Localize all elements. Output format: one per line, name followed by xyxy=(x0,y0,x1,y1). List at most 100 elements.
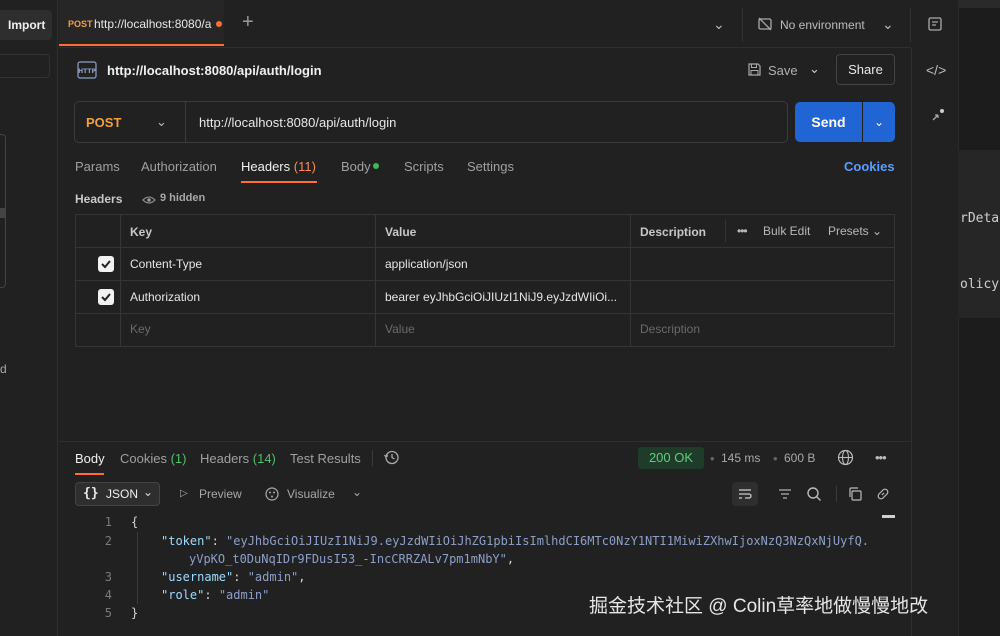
divider xyxy=(910,8,911,42)
divider xyxy=(185,102,186,142)
presets-label: Presets xyxy=(828,224,869,238)
environment-quick-look-icon[interactable] xyxy=(927,16,943,32)
response-size[interactable]: 600 B xyxy=(784,451,815,465)
response-tab-cookies[interactable]: Cookies (1) xyxy=(120,451,186,466)
import-button[interactable]: Import xyxy=(0,10,52,40)
tab-body[interactable]: Body xyxy=(341,159,371,174)
header-enabled-checkbox[interactable] xyxy=(98,289,114,305)
response-time[interactable]: 145 ms xyxy=(721,451,760,465)
indent-guide xyxy=(137,532,138,604)
save-icon[interactable] xyxy=(747,62,762,77)
json-string: "admin" xyxy=(247,570,299,584)
separator-dot: • xyxy=(773,451,778,466)
code-line: { xyxy=(131,515,139,529)
new-tab-button[interactable]: + xyxy=(242,12,254,32)
http-request-icon: HTTP xyxy=(77,61,97,79)
line-number: 3 xyxy=(104,570,112,584)
visualize-button[interactable]: Visualize xyxy=(287,487,335,501)
globe-icon[interactable] xyxy=(837,449,854,466)
play-icon[interactable]: ▷ xyxy=(180,488,188,499)
response-divider[interactable] xyxy=(59,441,911,442)
scrollbar[interactable] xyxy=(882,515,895,518)
column-header-key: Key xyxy=(130,225,153,239)
tab-authorization[interactable]: Authorization xyxy=(141,159,217,174)
more-options-icon[interactable]: ••• xyxy=(737,224,748,238)
json-key: "username" xyxy=(161,570,234,584)
preview-button[interactable]: Preview xyxy=(199,487,242,501)
code-line: "username": "admin", xyxy=(161,570,306,584)
response-tab-headers-label: Headers xyxy=(200,451,250,466)
response-tab-headers-count: (14) xyxy=(252,451,276,466)
format-label: JSON xyxy=(106,487,139,501)
right-sidebar xyxy=(911,48,958,636)
method-select[interactable]: POST xyxy=(86,115,121,130)
side-panel-header xyxy=(958,0,1000,8)
header-key-cell[interactable]: Authorization xyxy=(130,290,370,304)
divider xyxy=(836,486,837,502)
tab-url-label: http://localhost:8080/api/auth/login xyxy=(94,17,212,31)
visualize-chevron-down-icon[interactable]: ⌄ xyxy=(352,485,362,499)
status-badge[interactable]: 200 OK xyxy=(638,447,704,469)
send-options-chevron-down-icon[interactable]: ⌄ xyxy=(863,102,895,142)
presets-dropdown[interactable]: Presets ⌄ xyxy=(828,224,882,238)
line-number: 4 xyxy=(104,588,112,602)
code-snippet-icon[interactable]: </> xyxy=(926,62,946,78)
response-tab-headers[interactable]: Headers (14) xyxy=(200,451,276,466)
header-value-cell[interactable]: application/json xyxy=(385,257,625,271)
environment-chevron-down-icon[interactable]: ⌄ xyxy=(882,16,894,33)
environment-selector[interactable]: No environment xyxy=(780,18,865,32)
headers-section-label: Headers xyxy=(75,192,123,206)
new-key-input[interactable]: Key xyxy=(130,322,151,336)
separator-dot: • xyxy=(710,451,715,466)
tab-scripts[interactable]: Scripts xyxy=(404,159,444,174)
save-chevron-down-icon[interactable]: ⌄ xyxy=(809,61,820,77)
method-chevron-down-icon[interactable]: ⌄ xyxy=(156,114,167,130)
filter-icon[interactable] xyxy=(777,486,793,502)
column-header-value: Value xyxy=(385,225,417,239)
table-divider xyxy=(75,280,895,281)
response-tab-cookies-count: (1) xyxy=(170,451,187,466)
copy-icon[interactable] xyxy=(847,486,863,502)
more-options-icon[interactable]: ••• xyxy=(875,450,887,465)
header-key-cell[interactable]: Content-Type xyxy=(130,257,370,271)
sidebar-clipped-text: d xyxy=(0,362,7,376)
response-tab-test-results[interactable]: Test Results xyxy=(290,451,361,466)
related-collections-icon[interactable] xyxy=(930,108,946,124)
active-tab-indicator xyxy=(241,181,317,183)
send-button[interactable]: Send xyxy=(795,102,862,142)
tab-settings[interactable]: Settings xyxy=(467,159,514,174)
link-icon[interactable] xyxy=(875,486,891,502)
sidebar-selected-item[interactable] xyxy=(0,208,6,218)
hidden-headers-toggle[interactable]: 9 hidden xyxy=(160,192,205,204)
search-icon[interactable] xyxy=(806,486,822,502)
no-environment-icon xyxy=(757,16,773,32)
json-key: "role" xyxy=(161,588,205,602)
tab-params[interactable]: Params xyxy=(75,159,120,174)
share-button[interactable]: Share xyxy=(836,54,895,85)
json-string: yVpKO_t0DuNqIDr9FDusI53_-IncCRRZALv7pm1m… xyxy=(189,552,507,566)
word-wrap-button[interactable] xyxy=(732,482,758,506)
tab-headers-count: (11) xyxy=(293,159,316,174)
json-string: "eyJhbGciOiJIUzI1NiJ9.eyJzdWIiOiJhZG1pbi… xyxy=(226,534,870,548)
save-button[interactable]: Save xyxy=(768,63,798,78)
json-string: "admin" xyxy=(218,588,270,602)
format-chevron-down-icon: ⌄ xyxy=(143,485,154,499)
visualize-icon[interactable] xyxy=(264,486,280,502)
unsaved-dot-icon xyxy=(216,21,222,27)
history-icon[interactable] xyxy=(383,449,400,466)
new-value-input[interactable]: Value xyxy=(385,322,415,336)
url-input[interactable]: http://localhost:8080/api/auth/login xyxy=(199,115,396,130)
tabs-dropdown-chevron-icon[interactable]: ⌄ xyxy=(713,16,725,33)
divider xyxy=(742,8,743,42)
cookies-link[interactable]: Cookies xyxy=(844,159,895,174)
request-title[interactable]: http://localhost:8080/api/auth/login xyxy=(107,63,322,78)
eye-icon[interactable] xyxy=(142,193,156,204)
sidebar-search[interactable] xyxy=(0,54,50,78)
tab-headers[interactable]: Headers (11) xyxy=(241,159,316,174)
response-tab-body[interactable]: Body xyxy=(75,451,105,466)
header-value-cell[interactable]: bearer eyJhbGciOiJIUzI1NiJ9.eyJzdWIiOi..… xyxy=(385,290,625,304)
header-enabled-checkbox[interactable] xyxy=(98,256,114,272)
new-description-input[interactable]: Description xyxy=(640,322,700,336)
bulk-edit-button[interactable]: Bulk Edit xyxy=(763,224,810,238)
table-divider xyxy=(75,247,895,248)
